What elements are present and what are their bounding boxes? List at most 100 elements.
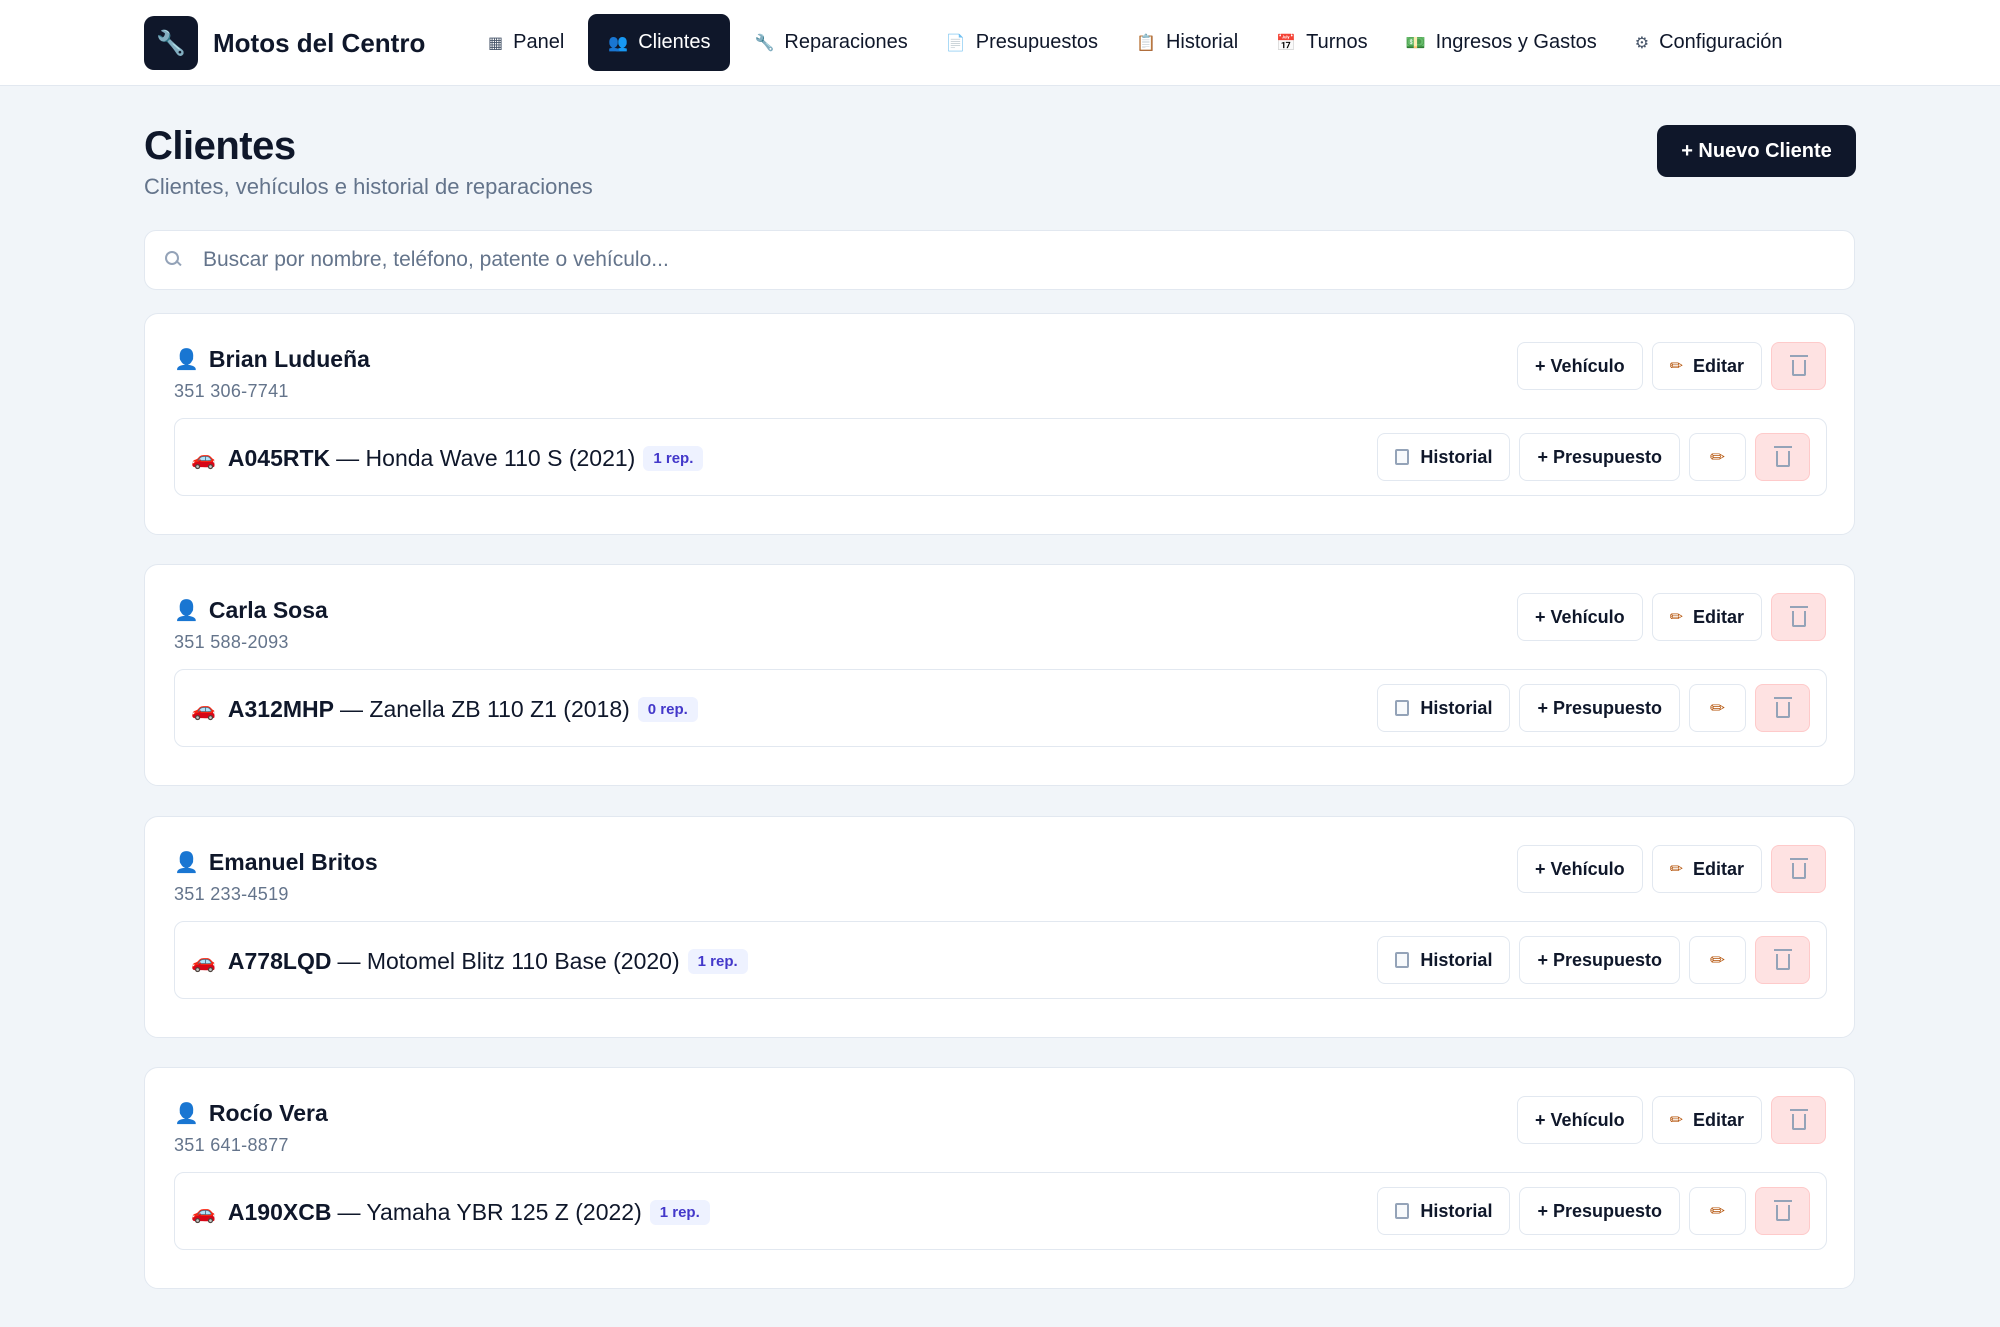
client-name-row: 👤 Rocío Vera xyxy=(174,1100,328,1127)
vehicle-row: 🚗 A312MHP — Zanella ZB 110 Z1 (2018) 0 r… xyxy=(174,669,1827,747)
main-nav: ▦ Panel 👥 Clientes 🔧 Reparaciones 📄 Pres… xyxy=(474,14,1807,71)
history-button[interactable]: Historial xyxy=(1377,684,1511,732)
edit-label: Editar xyxy=(1692,606,1744,627)
edit-vehicle-button[interactable]: ✏ xyxy=(1689,433,1746,481)
vehicle-info: 🚗 A045RTK — Honda Wave 110 S (2021) 1 re… xyxy=(191,419,704,497)
history-button[interactable]: Historial xyxy=(1377,433,1511,481)
user-icon: 👤 xyxy=(174,1103,199,1125)
brand[interactable]: 🔧 Motos del Centro xyxy=(144,16,425,70)
vehicle-icon: 🚗 xyxy=(191,1201,216,1224)
history-button[interactable]: Historial xyxy=(1377,1187,1511,1235)
user-icon: 👤 xyxy=(174,349,199,371)
vehicle-row: 🚗 A190XCB — Yamaha YBR 125 Z (2022) 1 re… xyxy=(174,1172,1827,1250)
calendar-icon: 📅 xyxy=(1276,34,1297,52)
client-actions: + Vehículo ✏ Editar xyxy=(1508,1096,1826,1144)
clipboard-icon xyxy=(1395,449,1410,465)
search-input[interactable] xyxy=(203,248,1854,272)
vehicle-info: 🚗 A778LQD — Motomel Blitz 110 Base (2020… xyxy=(191,922,748,1000)
client-name: Brian Ludueña xyxy=(208,346,370,372)
nav-item-label: Configuración xyxy=(1659,31,1783,53)
client-phone: 351 306-7741 xyxy=(174,381,289,401)
trash-icon xyxy=(1789,858,1808,879)
client-name: Carla Sosa xyxy=(208,597,328,623)
nav-item-historial[interactable]: 📋 Historial xyxy=(1122,14,1252,71)
brand-name: Motos del Centro xyxy=(213,27,426,58)
clipboard-icon xyxy=(1395,700,1410,716)
nav-item-label: Ingresos y Gastos xyxy=(1435,31,1597,53)
delete-client-button[interactable] xyxy=(1771,593,1826,641)
gear-icon: ⚙ xyxy=(1634,34,1650,52)
delete-vehicle-button[interactable] xyxy=(1755,684,1810,732)
add-vehicle-button[interactable]: + Vehículo xyxy=(1517,593,1643,641)
nav-item-presupuestos[interactable]: 📄 Presupuestos xyxy=(932,14,1112,71)
nav-item-reparaciones[interactable]: 🔧 Reparaciones xyxy=(740,14,921,71)
top-navbar: 🔧 Motos del Centro ▦ Panel 👥 Clientes 🔧 … xyxy=(0,0,2000,86)
pencil-icon: ✏ xyxy=(1709,446,1726,467)
client-name-row: 👤 Brian Ludueña xyxy=(174,346,370,373)
vehicle-actions: Historial + Presupuesto ✏ xyxy=(1377,433,1810,481)
vehicle-description: — Motomel Blitz 110 Base (2020) xyxy=(337,947,680,974)
user-icon: 👤 xyxy=(174,600,199,622)
add-budget-button[interactable]: + Presupuesto xyxy=(1519,684,1680,732)
add-vehicle-button[interactable]: + Vehículo xyxy=(1517,845,1643,893)
client-phone: 351 588-2093 xyxy=(174,632,289,652)
edit-label: Editar xyxy=(1692,355,1744,376)
add-vehicle-button[interactable]: + Vehículo xyxy=(1517,1096,1643,1144)
page-title: Clientes xyxy=(144,124,296,168)
client-phone: 351 641-8877 xyxy=(174,1135,289,1155)
client-name-row: 👤 Carla Sosa xyxy=(174,597,328,624)
vehicle-actions: Historial + Presupuesto ✏ xyxy=(1377,936,1810,984)
history-button[interactable]: Historial xyxy=(1377,936,1511,984)
edit-vehicle-button[interactable]: ✏ xyxy=(1689,1187,1746,1235)
trash-icon xyxy=(1789,355,1808,376)
client-actions: + Vehículo ✏ Editar xyxy=(1508,845,1826,893)
nav-item-clientes[interactable]: 👥 Clientes xyxy=(588,14,731,71)
new-client-button[interactable]: + Nuevo Cliente xyxy=(1657,125,1856,177)
add-budget-button[interactable]: + Presupuesto xyxy=(1519,1187,1680,1235)
nav-item-ingresos-gastos[interactable]: 💵 Ingresos y Gastos xyxy=(1392,14,1611,71)
delete-vehicle-button[interactable] xyxy=(1755,936,1810,984)
delete-client-button[interactable] xyxy=(1771,342,1826,390)
edit-client-button[interactable]: ✏ Editar xyxy=(1651,845,1762,893)
vehicle-plate: A045RTK xyxy=(227,444,331,471)
history-label: Historial xyxy=(1420,1200,1493,1221)
edit-vehicle-button[interactable]: ✏ xyxy=(1689,684,1746,732)
delete-vehicle-button[interactable] xyxy=(1755,433,1810,481)
wrench-icon: 🔧 xyxy=(144,16,198,70)
add-budget-button[interactable]: + Presupuesto xyxy=(1519,936,1680,984)
wrench-icon: 🔧 xyxy=(754,34,775,52)
pencil-icon: ✏ xyxy=(1669,609,1683,626)
nav-item-turnos[interactable]: 📅 Turnos xyxy=(1262,14,1381,71)
nav-item-panel[interactable]: ▦ Panel xyxy=(474,14,578,71)
delete-client-button[interactable] xyxy=(1771,845,1826,893)
edit-client-button[interactable]: ✏ Editar xyxy=(1651,593,1762,641)
client-header: 👤 Rocío Vera 351 641-8877 xyxy=(174,1100,328,1156)
client-actions: + Vehículo ✏ Editar xyxy=(1508,342,1826,390)
nav-item-configuracion[interactable]: ⚙ Configuración xyxy=(1621,14,1797,71)
add-vehicle-button[interactable]: + Vehículo xyxy=(1517,342,1643,390)
edit-client-button[interactable]: ✏ Editar xyxy=(1651,342,1762,390)
vehicle-icon: 🚗 xyxy=(191,950,216,973)
money-icon: 💵 xyxy=(1405,34,1426,52)
nav-item-label: Reparaciones xyxy=(784,31,908,53)
vehicle-row: 🚗 A778LQD — Motomel Blitz 110 Base (2020… xyxy=(174,921,1827,999)
vehicle-actions: Historial + Presupuesto ✏ xyxy=(1377,1187,1810,1235)
users-icon: 👥 xyxy=(608,34,629,52)
delete-vehicle-button[interactable] xyxy=(1755,1187,1810,1235)
delete-client-button[interactable] xyxy=(1771,1096,1826,1144)
pencil-icon: ✏ xyxy=(1709,1200,1726,1221)
vehicle-actions: Historial + Presupuesto ✏ xyxy=(1377,684,1810,732)
search-bar xyxy=(144,230,1855,290)
vehicle-description: — Honda Wave 110 S (2021) xyxy=(336,444,636,471)
history-label: Historial xyxy=(1420,446,1493,467)
client-phone: 351 233-4519 xyxy=(174,884,289,904)
edit-vehicle-button[interactable]: ✏ xyxy=(1689,936,1746,984)
vehicle-info: 🚗 A312MHP — Zanella ZB 110 Z1 (2018) 0 r… xyxy=(191,670,698,748)
client-header: 👤 Brian Ludueña 351 306-7741 xyxy=(174,346,370,402)
edit-client-button[interactable]: ✏ Editar xyxy=(1651,1096,1762,1144)
page-subtitle: Clientes, vehículos e historial de repar… xyxy=(144,174,593,199)
client-card: 👤 Emanuel Britos 351 233-4519 + Vehículo… xyxy=(144,816,1855,1038)
pencil-icon: ✏ xyxy=(1669,358,1683,375)
add-budget-button[interactable]: + Presupuesto xyxy=(1519,433,1680,481)
clipboard-icon xyxy=(1395,1203,1410,1219)
